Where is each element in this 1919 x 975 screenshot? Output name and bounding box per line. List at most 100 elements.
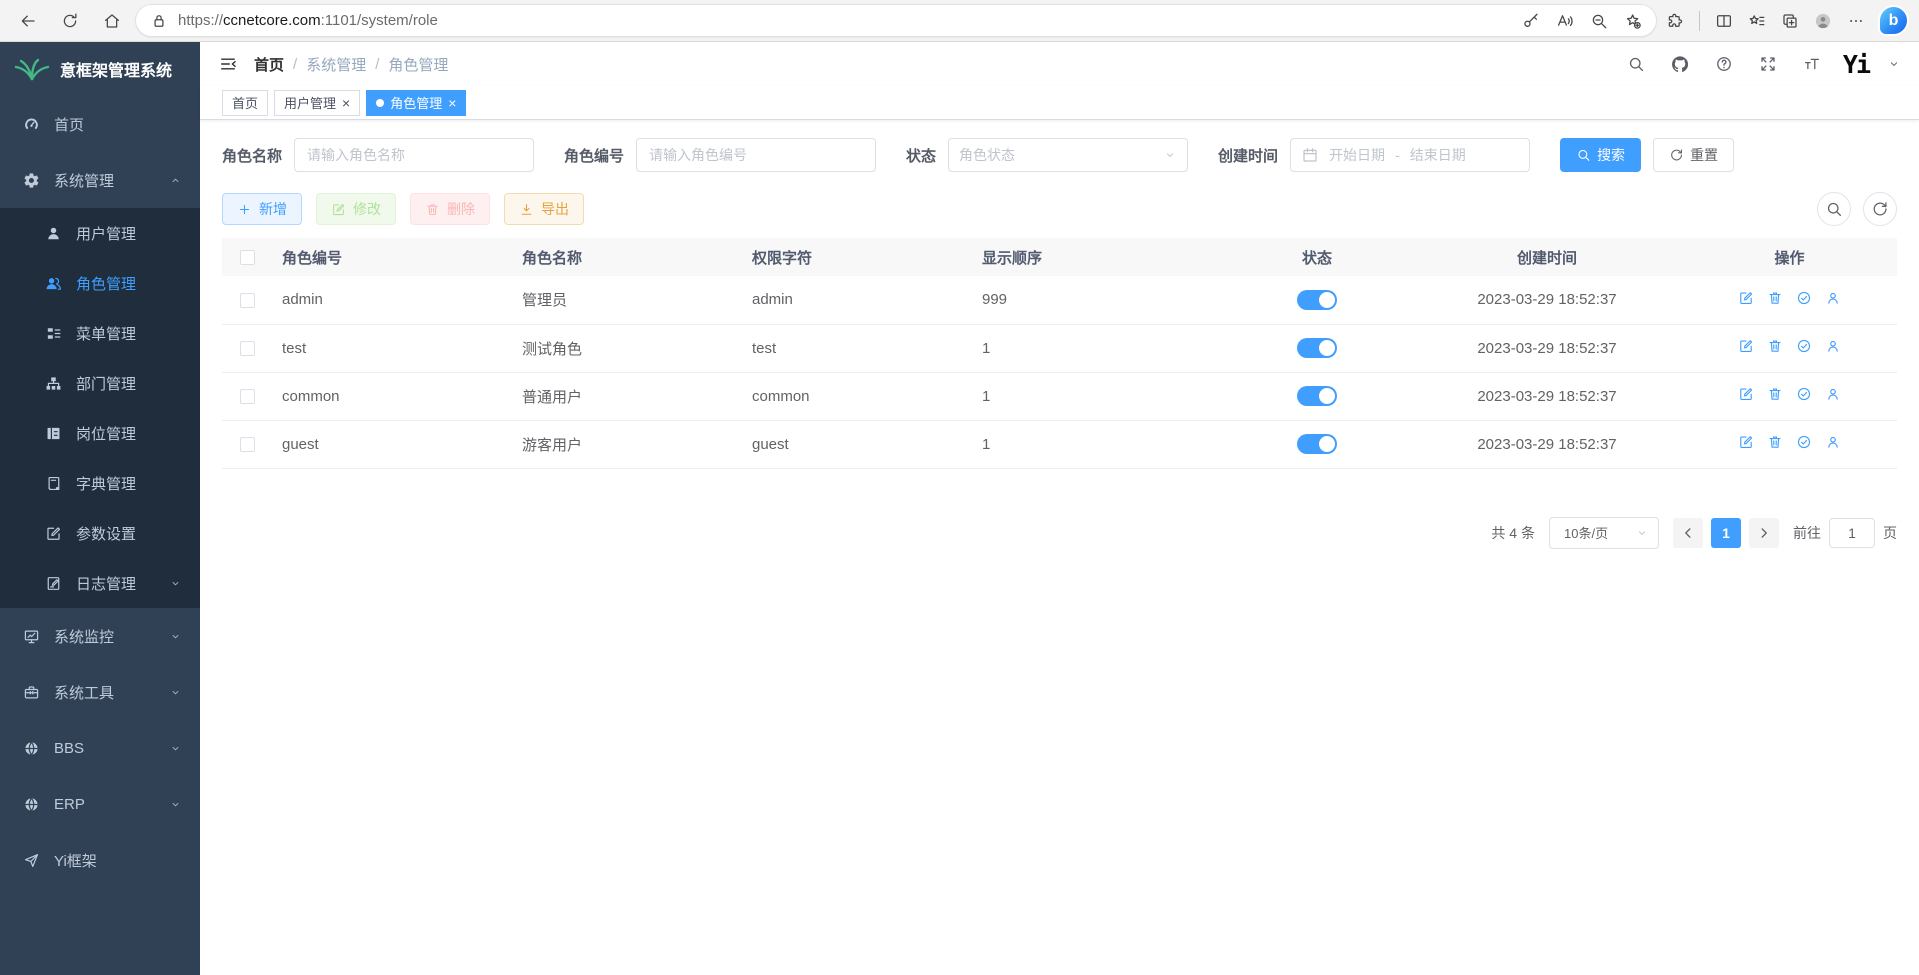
sidebar-item-label: 菜单管理 <box>76 323 136 344</box>
favorites-icon[interactable] <box>1748 12 1766 30</box>
refresh-icon[interactable] <box>54 5 86 37</box>
page-number-button[interactable]: 1 <box>1711 518 1741 548</box>
status-toggle[interactable] <box>1297 386 1337 406</box>
fullscreen-icon[interactable] <box>1755 51 1781 77</box>
lock-icon[interactable] <box>150 12 168 30</box>
bing-chat-icon[interactable]: b <box>1880 7 1907 34</box>
sidebar-item-bbs[interactable]: BBS <box>0 720 200 776</box>
edit-icon[interactable] <box>1738 386 1754 402</box>
add-button[interactable]: 新增 <box>222 193 302 225</box>
url-text[interactable]: https://ccnetcore.com:1101/system/role <box>178 12 1522 29</box>
home-icon[interactable] <box>96 5 128 37</box>
select-all-checkbox[interactable] <box>240 250 255 265</box>
github-icon[interactable] <box>1667 51 1693 77</box>
sidebar-item-erp[interactable]: ERP <box>0 776 200 832</box>
assign-user-icon[interactable] <box>1825 290 1841 306</box>
row-checkbox[interactable] <box>240 437 255 452</box>
check-circle-icon[interactable] <box>1796 290 1812 306</box>
export-button[interactable]: 导出 <box>504 193 584 225</box>
sidebar-item-yi-framework[interactable]: Yi框架 <box>0 832 200 888</box>
add-favorite-icon[interactable] <box>1624 12 1642 30</box>
sidebar-item-dept-mgmt[interactable]: 部门管理 <box>0 358 200 408</box>
close-tab-icon[interactable]: × <box>448 96 456 110</box>
refresh-table-button[interactable] <box>1863 192 1897 226</box>
start-date-placeholder[interactable]: 开始日期 <box>1329 145 1385 165</box>
next-page-button[interactable] <box>1749 518 1779 548</box>
role-code-input[interactable] <box>636 138 876 172</box>
profile-avatar[interactable] <box>1814 12 1832 30</box>
role-code-cell: admin <box>272 276 512 324</box>
sidebar-item-label: 系统管理 <box>54 170 114 191</box>
edit-icon[interactable] <box>1738 290 1754 306</box>
breadcrumb-item[interactable]: 系统管理 <box>306 54 366 75</box>
sidebar-item-param-config[interactable]: 参数设置 <box>0 508 200 558</box>
sidebar-item-dict-mgmt[interactable]: 字典管理 <box>0 458 200 508</box>
zoom-out-icon[interactable] <box>1590 12 1608 30</box>
check-circle-icon[interactable] <box>1796 386 1812 402</box>
assign-user-icon[interactable] <box>1825 434 1841 450</box>
end-date-placeholder[interactable]: 结束日期 <box>1410 145 1466 165</box>
edit-icon[interactable] <box>1738 434 1754 450</box>
password-icon[interactable] <box>1522 12 1540 30</box>
tags-view-bar: 首页用户管理×角色管理× <box>200 86 1919 120</box>
more-options-icon[interactable] <box>1847 12 1865 30</box>
status-select[interactable]: 角色状态 <box>948 138 1188 172</box>
sidebar-item-home[interactable]: 首页 <box>0 96 200 152</box>
tab-user-mgmt[interactable]: 用户管理× <box>274 90 360 116</box>
search-icon[interactable] <box>1623 51 1649 77</box>
breadcrumb-item[interactable]: 首页 <box>254 54 284 75</box>
column-header: 显示顺序 <box>972 238 1222 276</box>
edit-icon[interactable] <box>1738 338 1754 354</box>
prev-page-button[interactable] <box>1673 518 1703 548</box>
sidebar-item-user-mgmt[interactable]: 用户管理 <box>0 208 200 258</box>
table-row: test测试角色test12023-03-29 18:52:37 <box>222 324 1897 372</box>
read-aloud-icon[interactable] <box>1556 12 1574 30</box>
collapse-sidebar-icon[interactable] <box>218 54 238 74</box>
delete-icon[interactable] <box>1767 338 1783 354</box>
chevron-down-icon[interactable] <box>1887 57 1901 71</box>
sidebar-item-sys-tools[interactable]: 系统工具 <box>0 664 200 720</box>
delete-icon[interactable] <box>1767 434 1783 450</box>
font-size-icon[interactable] <box>1799 51 1825 77</box>
close-tab-icon[interactable]: × <box>342 96 350 110</box>
delete-icon[interactable] <box>1767 386 1783 402</box>
status-toggle[interactable] <box>1297 338 1337 358</box>
delete-button[interactable]: 删除 <box>410 193 490 225</box>
assign-user-icon[interactable] <box>1825 386 1841 402</box>
tab-role-mgmt[interactable]: 角色管理× <box>366 90 466 116</box>
reset-button[interactable]: 重置 <box>1653 138 1734 172</box>
user-avatar-logo[interactable]: Yi <box>1843 50 1869 79</box>
sidebar-item-menu-mgmt[interactable]: 菜单管理 <box>0 308 200 358</box>
sidebar-item-system-mgmt[interactable]: 系统管理 <box>0 152 200 208</box>
sidebar-item-post-mgmt[interactable]: 岗位管理 <box>0 408 200 458</box>
status-toggle[interactable] <box>1297 290 1337 310</box>
split-screen-icon[interactable] <box>1715 12 1733 30</box>
extensions-icon[interactable] <box>1666 12 1684 30</box>
app-logo[interactable]: 意框架管理系统 <box>0 42 200 96</box>
chevron-down-icon <box>1163 148 1177 162</box>
show-search-toggle-button[interactable] <box>1817 192 1851 226</box>
check-circle-icon[interactable] <box>1796 338 1812 354</box>
goto-page-input[interactable] <box>1829 518 1875 548</box>
tab-home[interactable]: 首页 <box>222 90 268 116</box>
row-checkbox[interactable] <box>240 293 255 308</box>
help-icon[interactable] <box>1711 51 1737 77</box>
sidebar-item-role-mgmt[interactable]: 角色管理 <box>0 258 200 308</box>
role-name-input[interactable] <box>294 138 534 172</box>
address-bar[interactable]: https://ccnetcore.com:1101/system/role <box>136 5 1656 36</box>
back-icon[interactable] <box>12 5 44 37</box>
delete-icon[interactable] <box>1767 290 1783 306</box>
page-size-select[interactable]: 10条/页 <box>1549 517 1659 549</box>
sidebar-item-sys-monitor[interactable]: 系统监控 <box>0 608 200 664</box>
search-button[interactable]: 搜索 <box>1560 138 1641 172</box>
edit-button[interactable]: 修改 <box>316 193 396 225</box>
check-circle-icon[interactable] <box>1796 434 1812 450</box>
assign-user-icon[interactable] <box>1825 338 1841 354</box>
collections-icon[interactable] <box>1781 12 1799 30</box>
status-toggle[interactable] <box>1297 434 1337 454</box>
row-checkbox[interactable] <box>240 341 255 356</box>
sidebar-item-log-mgmt[interactable]: 日志管理 <box>0 558 200 608</box>
date-range-picker[interactable]: 开始日期 - 结束日期 <box>1290 138 1530 172</box>
row-checkbox[interactable] <box>240 389 255 404</box>
refresh-icon <box>1669 146 1684 164</box>
